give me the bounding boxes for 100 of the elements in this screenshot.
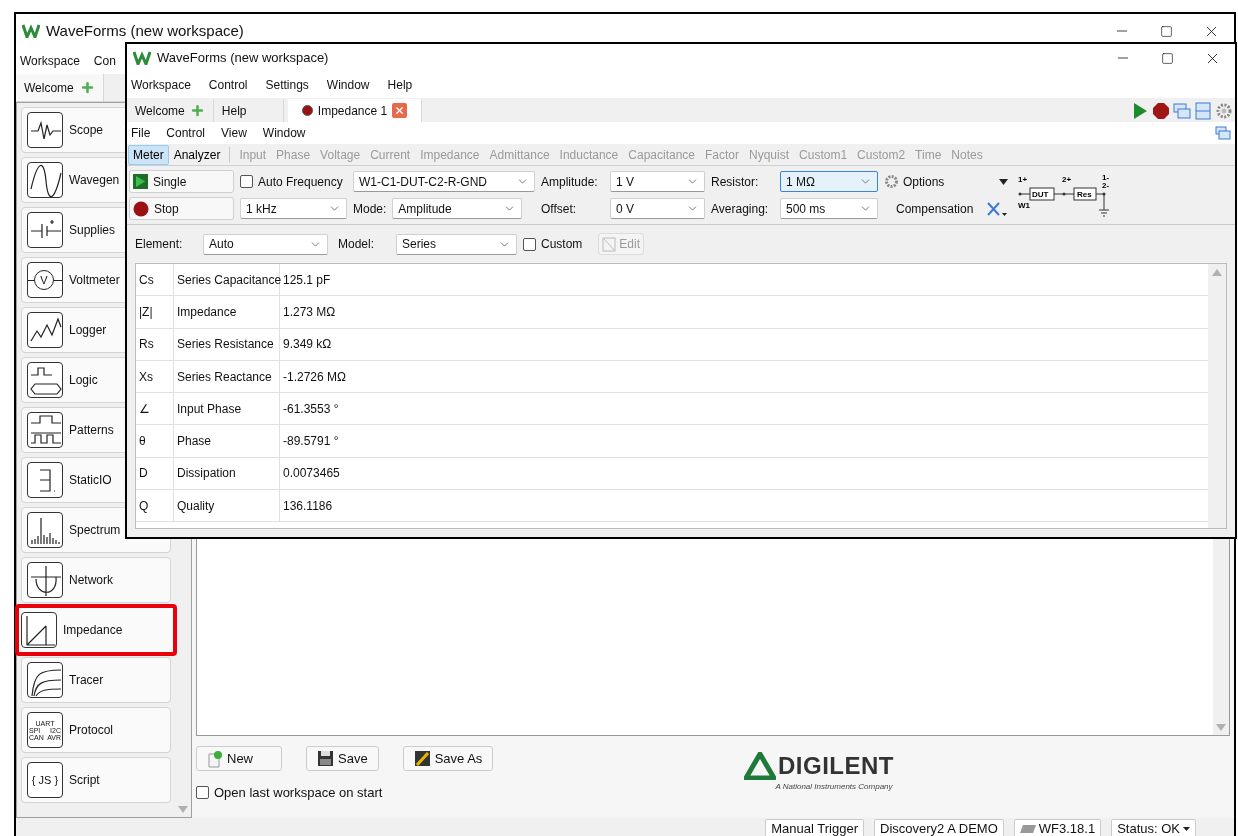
- menu-item[interactable]: Workspace: [131, 76, 191, 94]
- windows-icon[interactable]: [1215, 125, 1231, 141]
- status-item[interactable]: Discovery2 A DEMO: [874, 819, 1004, 836]
- dropdown[interactable]: Series: [396, 233, 517, 255]
- instrument-button[interactable]: Network: [21, 557, 171, 603]
- menu-item[interactable]: Workspace: [20, 52, 80, 70]
- action-button[interactable]: New: [196, 746, 282, 771]
- component-label: Res: [1077, 190, 1092, 199]
- table-cell: Input Phase: [174, 393, 280, 425]
- checkbox[interactable]: [523, 237, 536, 251]
- caret-icon[interactable]: [999, 178, 1008, 185]
- terminal-label: W1: [1018, 201, 1030, 210]
- table-cell-text: -1.2726 MΩ: [282, 368, 347, 386]
- table-cell: Series Resistance: [174, 328, 280, 360]
- field-label: Amplitude:: [541, 173, 599, 191]
- checkbox-label: Custom: [541, 236, 583, 253]
- dropdown[interactable]: W1-C1-DUT-C2-R-GND: [353, 171, 535, 192]
- edit-icon: [602, 236, 617, 252]
- table-cell: Quality: [174, 490, 280, 522]
- menu-item[interactable]: Settings: [265, 76, 309, 94]
- table-cell: D: [136, 457, 174, 490]
- dropdown[interactable]: 500 ms: [780, 198, 878, 219]
- menu-item[interactable]: File: [131, 124, 151, 142]
- table-cell: Impedance: [174, 296, 280, 328]
- patterns-icon: [27, 412, 63, 448]
- table-cell: Dissipation: [174, 457, 280, 490]
- dropdown[interactable]: 0 V: [610, 198, 705, 219]
- single-button[interactable]: Single: [129, 170, 234, 193]
- dropdown[interactable]: Amplitude: [392, 198, 523, 219]
- close-tab-icon[interactable]: [392, 103, 408, 118]
- menu-item[interactable]: Window: [326, 76, 370, 94]
- status-item[interactable]: Manual Trigger: [765, 819, 864, 836]
- stop-icon: [133, 200, 149, 217]
- table-cell-text: 136.1186: [282, 497, 334, 515]
- dropdown[interactable]: 1 kHz: [240, 198, 347, 219]
- split-window-icon[interactable]: [1194, 102, 1212, 120]
- component-label: DUT: [1032, 190, 1049, 199]
- new-document-icon: [207, 749, 223, 768]
- field-label: Model:: [338, 237, 375, 251]
- options-button[interactable]: Options: [884, 172, 945, 191]
- window-title: WaveForms (new workspace): [157, 49, 329, 68]
- table-cell: Series Capacitance: [174, 264, 280, 296]
- table-cell-text: -89.5791 °: [282, 433, 340, 451]
- table-cell-text: 0.0073465: [282, 465, 341, 483]
- caret-icon: [1183, 827, 1190, 831]
- gear-icon: [884, 174, 899, 189]
- maximize-icon[interactable]: [1160, 24, 1173, 38]
- table-cell: Series Reactance: [174, 360, 280, 393]
- status-item[interactable]: Status: OK: [1111, 819, 1196, 836]
- network-icon: [27, 562, 63, 598]
- settings-icon[interactable]: [1215, 102, 1233, 120]
- brand-name: DIGILENT: [778, 751, 894, 781]
- field-label: Averaging:: [711, 200, 770, 218]
- icon-label: { JS }: [31, 772, 59, 788]
- supplies-icon: [27, 212, 63, 248]
- menu-item[interactable]: Con: [93, 52, 116, 70]
- floppy-pencil-icon: [413, 750, 431, 767]
- menu-item[interactable]: Control: [208, 76, 248, 94]
- instrument-button[interactable]: Impedance: [15, 604, 177, 656]
- dropdown[interactable]: Auto: [203, 233, 328, 255]
- tab[interactable]: Help: [213, 99, 284, 122]
- checkbox-label: Open last workspace on start: [214, 784, 383, 802]
- menu-item[interactable]: View: [221, 124, 247, 142]
- tools-icon[interactable]: [986, 200, 1008, 217]
- action-button[interactable]: Save As: [402, 746, 494, 771]
- menu-item[interactable]: Window: [262, 124, 306, 142]
- compensation-label: Compensation: [896, 200, 974, 218]
- status-item[interactable]: WF3.18.1: [1013, 819, 1102, 836]
- stop-button[interactable]: Stop: [129, 197, 234, 220]
- maximize-icon[interactable]: [1161, 51, 1174, 65]
- terminal-label: 2-: [1102, 181, 1110, 190]
- plus-icon: [79, 80, 95, 95]
- logic-icon: [27, 362, 63, 398]
- dropdown[interactable]: 1 MΩ: [780, 171, 878, 192]
- instrument-button[interactable]: { JS } Script: [21, 757, 171, 803]
- tab[interactable]: Welcome: [127, 99, 214, 122]
- dropdown[interactable]: 1 V: [610, 171, 705, 192]
- instrument-button[interactable]: Tracer: [21, 657, 171, 703]
- view-tab[interactable]: Meter: [128, 144, 169, 165]
- stop-icon[interactable]: [1152, 102, 1170, 120]
- brand-tagline: A National Instruments Company: [775, 781, 893, 793]
- view-tab[interactable]: Analyzer: [168, 144, 226, 165]
- action-button[interactable]: Save: [306, 746, 379, 771]
- tab[interactable]: Impedance 1: [287, 99, 423, 122]
- tab[interactable]: Welcome: [16, 74, 104, 101]
- table-cell-text: 9.349 kΩ: [282, 336, 333, 354]
- table-cell-text: -61.3553 °: [282, 400, 340, 418]
- menu-item[interactable]: Help: [387, 76, 413, 94]
- terminal-label: 2+: [1062, 175, 1072, 184]
- table-cell-text: 1.273 MΩ: [282, 303, 337, 321]
- table-cell-text: 125.1 pF: [282, 271, 332, 289]
- checkbox[interactable]: [240, 175, 253, 188]
- table-cell: Q: [136, 490, 174, 522]
- table-cell: Xs: [136, 360, 174, 393]
- tracer-icon: [27, 662, 63, 698]
- app-logo-icon: [133, 51, 151, 65]
- spectrum-icon: [27, 512, 63, 548]
- staticio-icon: [27, 462, 63, 498]
- window-title: WaveForms (new workspace): [46, 20, 244, 41]
- checkbox[interactable]: [196, 786, 209, 800]
